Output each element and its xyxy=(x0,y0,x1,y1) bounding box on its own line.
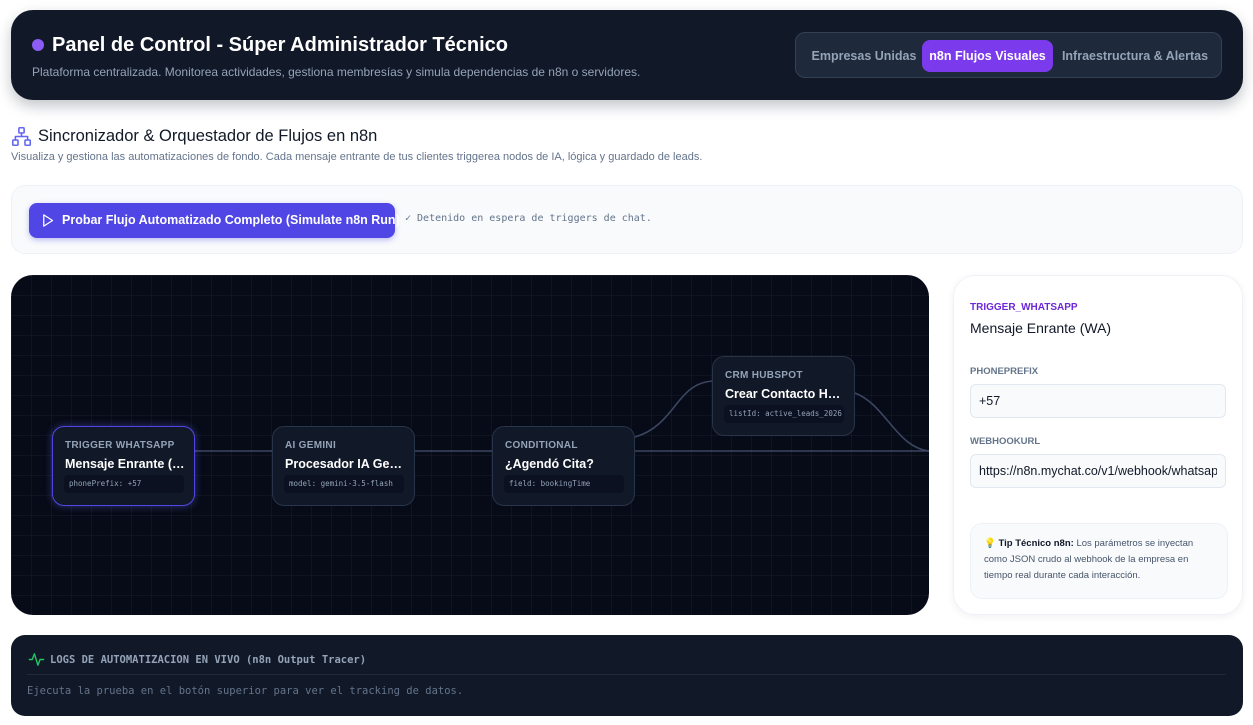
page-subtitle: Plataforma centralizada. Monitorea activ… xyxy=(32,65,641,79)
node-type: AI GEMINI xyxy=(285,440,337,451)
section-description: Visualiza y gestiona las automatizacione… xyxy=(11,151,703,163)
tab-infraestructura-alertas[interactable]: Infraestructura & Alertas xyxy=(1056,40,1214,72)
run-panel: Probar Flujo Automatizado Completo (Simu… xyxy=(11,185,1243,254)
run-status: ✓ Detenido en espera de triggers de chat… xyxy=(405,213,652,224)
app-header: Panel de Control - Súper Administrador T… xyxy=(11,10,1243,100)
flow-node-ai-gemini[interactable]: AI GEMINI Procesador IA Gemini model: ge… xyxy=(272,426,415,506)
logs-message: Ejecuta la prueba en el botón superior p… xyxy=(27,685,464,697)
node-type: CONDITIONAL xyxy=(505,440,578,451)
flow-node-crm-hubspot[interactable]: CRM HUBSPOT Crear Contacto HubSpot listI… xyxy=(712,356,855,436)
webhookurl-input[interactable] xyxy=(970,454,1226,488)
logs-panel: LOGS DE AUTOMATIZACION EN VIVO (n8n Outp… xyxy=(11,635,1243,716)
tip-label: Tip Técnico n8n: xyxy=(998,538,1074,549)
node-name: ¿Agendó Cita? xyxy=(505,457,594,471)
activity-icon xyxy=(28,653,45,666)
play-icon xyxy=(43,214,54,227)
workflow-icon xyxy=(11,126,32,147)
node-param: field: bookingTime xyxy=(504,475,624,493)
inspector-node-name: Mensaje Enrante (WA) xyxy=(970,320,1112,336)
node-param: phonePrefix: +57 xyxy=(64,475,184,493)
page-title: Panel de Control - Súper Administrador T… xyxy=(52,34,508,56)
tab-empresas-unidas[interactable]: Empresas Unidas xyxy=(805,40,923,72)
flow-canvas[interactable]: TRIGGER WHATSAPP Mensaje Enrante (WA) ph… xyxy=(11,275,929,615)
tip-box: 💡 Tip Técnico n8n: Los parámetros se iny… xyxy=(970,523,1228,599)
status-dot-icon xyxy=(32,39,44,51)
connection-line xyxy=(854,392,929,452)
tab-bar: Empresas Unidas n8n Flujos Visuales Infr… xyxy=(795,32,1222,78)
node-name: Procesador IA Gemini xyxy=(285,457,407,471)
node-name: Crear Contacto HubSpot xyxy=(725,387,847,401)
param-label-webhookurl: WEBHOOKURL xyxy=(970,436,1041,447)
flow-node-conditional[interactable]: CONDITIONAL ¿Agendó Cita? field: booking… xyxy=(492,426,635,506)
param-label-phoneprefix: PHONEPREFIX xyxy=(970,366,1039,377)
logs-divider xyxy=(27,674,1226,675)
connection-line xyxy=(634,380,714,438)
phoneprefix-input[interactable] xyxy=(970,384,1226,418)
section-title: Sincronizador & Orquestador de Flujos en… xyxy=(38,127,378,145)
tab-n8n-flujos-visuales[interactable]: n8n Flujos Visuales xyxy=(922,40,1053,72)
node-name: Mensaje Enrante (WA) xyxy=(65,457,187,471)
node-inspector: TRIGGER_WHATSAPP Mensaje Enrante (WA) PH… xyxy=(953,275,1243,615)
simulate-run-button[interactable]: Probar Flujo Automatizado Completo (Simu… xyxy=(29,203,400,238)
node-param: listId: active_leads_2026 xyxy=(724,405,844,423)
node-type: TRIGGER WHATSAPP xyxy=(65,440,175,451)
node-type: CRM HUBSPOT xyxy=(725,370,803,381)
lightbulb-icon: 💡 xyxy=(984,538,996,549)
simulate-run-label: Probar Flujo Automatizado Completo (Simu… xyxy=(62,213,400,227)
flow-node-trigger-whatsapp[interactable]: TRIGGER WHATSAPP Mensaje Enrante (WA) ph… xyxy=(52,426,195,506)
logs-title: LOGS DE AUTOMATIZACION EN VIVO (n8n Outp… xyxy=(50,654,367,666)
inspector-node-type: TRIGGER_WHATSAPP xyxy=(970,302,1078,313)
node-param: model: gemini-3.5-flash xyxy=(284,475,404,493)
